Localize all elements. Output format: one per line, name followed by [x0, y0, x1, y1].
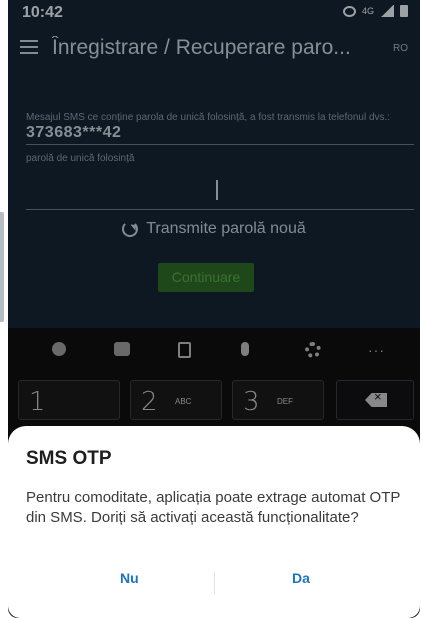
resend-password-button[interactable]: Transmite parolă nouă: [8, 214, 420, 244]
menu-icon[interactable]: [20, 40, 38, 54]
key-2[interactable]: 2 ABC: [130, 380, 222, 420]
keyboard-toolbar: ···: [8, 328, 420, 372]
dialog-no-button[interactable]: Nu: [120, 570, 139, 586]
language-selector[interactable]: RO: [393, 43, 408, 54]
status-icons: 4G: [342, 5, 408, 17]
backspace-key[interactable]: [336, 380, 414, 420]
battery-icon: [400, 5, 408, 17]
otp-label: parolă de unică folosință: [26, 153, 135, 164]
dialog-button-divider: [214, 572, 215, 594]
otp-input[interactable]: [26, 168, 414, 208]
phone-number: 373683***42: [26, 124, 122, 141]
edge-panel-handle[interactable]: [0, 212, 4, 322]
status-time: 10:42: [22, 4, 63, 21]
key-1[interactable]: 1: [18, 380, 120, 420]
app-bar: Înregistrare / Recuperare paro... RO: [8, 26, 420, 70]
sms-otp-dialog: SMS OTP Pentru comoditate, aplicația poa…: [8, 426, 420, 618]
key-3[interactable]: 3 DEF: [232, 380, 324, 420]
signal-icon: [380, 5, 394, 17]
sms-info-text: Mesajul SMS ce conține parola de unică f…: [26, 110, 406, 142]
key-letters: ABC: [175, 397, 192, 406]
sticker-icon[interactable]: [114, 342, 130, 356]
key-digit: 1: [29, 387, 46, 417]
emoji-icon[interactable]: [52, 342, 66, 356]
key-digit: 2: [141, 387, 158, 417]
status-bar: 10:42 4G: [8, 0, 420, 26]
network-type-icon: 4G: [361, 6, 374, 16]
key-letters: DEF: [277, 397, 293, 406]
dialog-yes-button[interactable]: Da: [292, 570, 310, 586]
phone-screen: 10:42 4G Înregistrare / Recuperare paro.…: [8, 0, 420, 618]
divider: [26, 144, 414, 145]
alarm-icon: [342, 5, 356, 17]
refresh-icon: [122, 221, 139, 237]
key-digit: 3: [243, 387, 260, 417]
microphone-icon[interactable]: [241, 342, 249, 356]
settings-icon[interactable]: [305, 342, 321, 358]
backspace-icon: [365, 393, 387, 407]
page-title: Înregistrare / Recuperare paro...: [52, 36, 351, 59]
dialog-title: SMS OTP: [26, 448, 112, 469]
text-cursor: [216, 180, 218, 200]
resend-label: Transmite parolă nouă: [146, 220, 306, 237]
clipboard-icon[interactable]: [178, 342, 191, 358]
sms-message: Mesajul SMS ce conține parola de unică f…: [26, 112, 391, 123]
more-icon[interactable]: ···: [368, 342, 385, 358]
dialog-message: Pentru comoditate, aplicația poate extra…: [26, 489, 401, 526]
continue-button[interactable]: Continuare: [158, 263, 254, 292]
otp-underline: [26, 209, 414, 210]
